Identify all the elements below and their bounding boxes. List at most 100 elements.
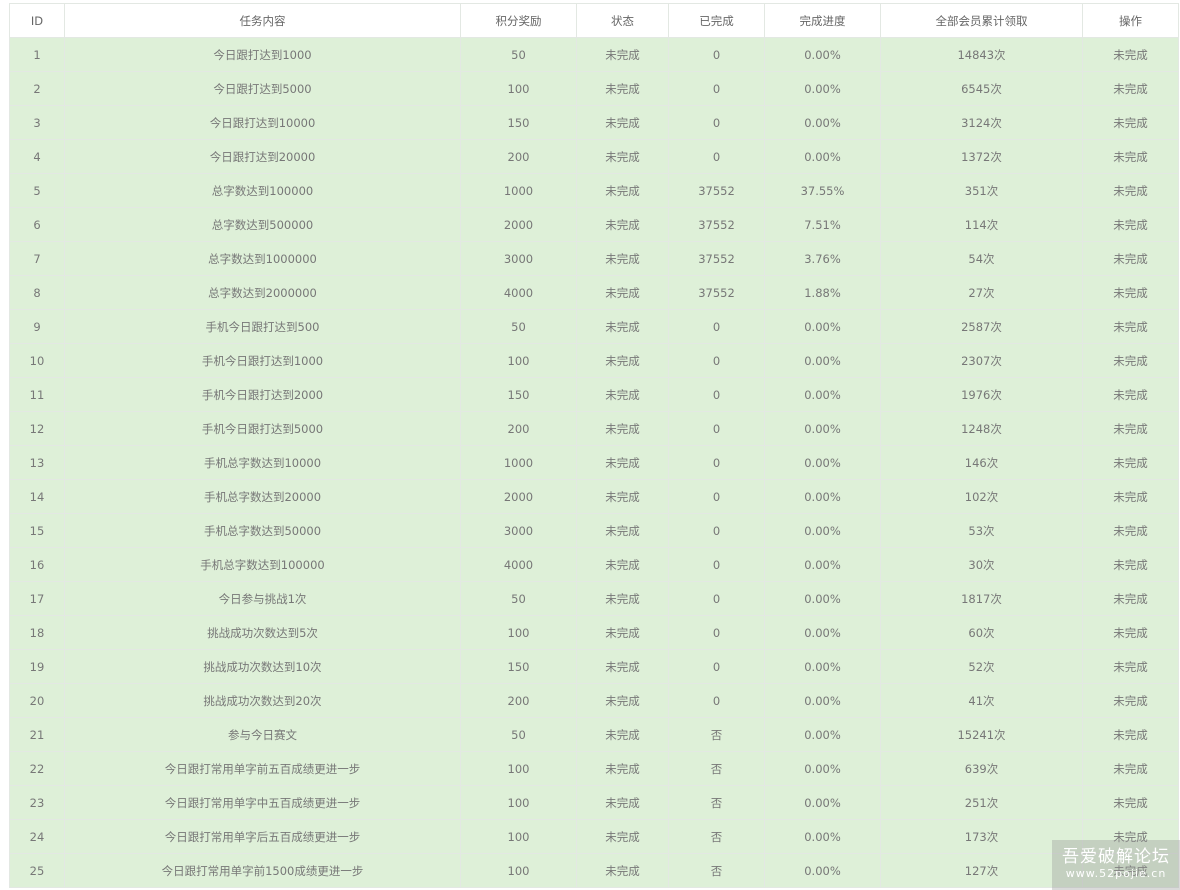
cell-points-reward: 3000	[460, 241, 577, 276]
cell-action[interactable]: 未完成	[1082, 717, 1179, 752]
cell-action[interactable]: 未完成	[1082, 173, 1179, 208]
header-total-claimed[interactable]: 全部会员累计领取	[880, 3, 1083, 38]
table-row: 13 手机总字数达到10000 1000 未完成 0 0.00% 146次 未完成	[9, 445, 1179, 480]
table-header-row: ID 任务内容 积分奖励 状态 已完成 完成进度 全部会员累计领取 操作	[9, 3, 1179, 38]
cell-status: 未完成	[576, 513, 669, 548]
cell-action[interactable]: 未完成	[1082, 411, 1179, 446]
cell-points-reward: 100	[460, 785, 577, 820]
table-body: 1 今日跟打达到1000 50 未完成 0 0.00% 14843次 未完成 2 今日跟打达到50…	[9, 37, 1179, 888]
cell-id: 20	[9, 683, 65, 718]
cell-points-reward: 100	[460, 343, 577, 378]
cell-id: 9	[9, 309, 65, 344]
cell-action[interactable]: 未完成	[1082, 343, 1179, 378]
cell-action[interactable]: 未完成	[1082, 139, 1179, 174]
table-row: 6 总字数达到500000 2000 未完成 37552 7.51% 114次 未完成	[9, 207, 1179, 242]
cell-task-content: 今日跟打常用单字前1500成绩更进一步	[64, 853, 461, 888]
cell-action[interactable]: 未完成	[1082, 819, 1179, 854]
cell-total-claimed: 6545次	[880, 71, 1083, 106]
cell-action[interactable]: 未完成	[1082, 649, 1179, 684]
table-row: 4 今日跟打达到20000 200 未完成 0 0.00% 1372次 未完成	[9, 139, 1179, 174]
cell-status: 未完成	[576, 411, 669, 446]
cell-task-content: 手机今日跟打达到1000	[64, 343, 461, 378]
cell-progress: 37.55%	[764, 173, 881, 208]
cell-id: 11	[9, 377, 65, 412]
task-table: ID 任务内容 积分奖励 状态 已完成 完成进度 全部会员累计领取 操作 1 今日…	[9, 3, 1179, 888]
cell-action[interactable]: 未完成	[1082, 207, 1179, 242]
cell-status: 未完成	[576, 275, 669, 310]
cell-status: 未完成	[576, 37, 669, 72]
cell-points-reward: 150	[460, 105, 577, 140]
header-completed[interactable]: 已完成	[668, 3, 765, 38]
cell-action[interactable]: 未完成	[1082, 581, 1179, 616]
cell-action[interactable]: 未完成	[1082, 785, 1179, 820]
cell-action[interactable]: 未完成	[1082, 37, 1179, 72]
header-points-reward[interactable]: 积分奖励	[460, 3, 577, 38]
cell-action[interactable]: 未完成	[1082, 853, 1179, 888]
cell-action[interactable]: 未完成	[1082, 105, 1179, 140]
cell-action[interactable]: 未完成	[1082, 241, 1179, 276]
cell-status: 未完成	[576, 751, 669, 786]
cell-task-content: 总字数达到2000000	[64, 275, 461, 310]
cell-progress: 3.76%	[764, 241, 881, 276]
cell-total-claimed: 41次	[880, 683, 1083, 718]
table-row: 3 今日跟打达到10000 150 未完成 0 0.00% 3124次 未完成	[9, 105, 1179, 140]
cell-action[interactable]: 未完成	[1082, 751, 1179, 786]
cell-total-claimed: 14843次	[880, 37, 1083, 72]
cell-id: 6	[9, 207, 65, 242]
cell-progress: 0.00%	[764, 37, 881, 72]
cell-status: 未完成	[576, 649, 669, 684]
cell-completed: 0	[668, 479, 765, 514]
cell-points-reward: 150	[460, 377, 577, 412]
cell-status: 未完成	[576, 241, 669, 276]
cell-action[interactable]: 未完成	[1082, 683, 1179, 718]
cell-task-content: 总字数达到1000000	[64, 241, 461, 276]
cell-id: 2	[9, 71, 65, 106]
cell-action[interactable]: 未完成	[1082, 377, 1179, 412]
cell-progress: 0.00%	[764, 71, 881, 106]
cell-task-content: 参与今日赛文	[64, 717, 461, 752]
cell-action[interactable]: 未完成	[1082, 71, 1179, 106]
cell-id: 21	[9, 717, 65, 752]
cell-completed: 0	[668, 445, 765, 480]
cell-points-reward: 100	[460, 71, 577, 106]
cell-status: 未完成	[576, 785, 669, 820]
cell-progress: 0.00%	[764, 513, 881, 548]
header-progress[interactable]: 完成进度	[764, 3, 881, 38]
cell-total-claimed: 173次	[880, 819, 1083, 854]
cell-total-claimed: 52次	[880, 649, 1083, 684]
cell-progress: 0.00%	[764, 479, 881, 514]
cell-action[interactable]: 未完成	[1082, 547, 1179, 582]
cell-total-claimed: 251次	[880, 785, 1083, 820]
header-task-content[interactable]: 任务内容	[64, 3, 461, 38]
cell-total-claimed: 2307次	[880, 343, 1083, 378]
cell-completed: 0	[668, 139, 765, 174]
cell-action[interactable]: 未完成	[1082, 309, 1179, 344]
cell-points-reward: 200	[460, 683, 577, 718]
cell-task-content: 今日跟打常用单字中五百成绩更进一步	[64, 785, 461, 820]
header-status[interactable]: 状态	[576, 3, 669, 38]
cell-action[interactable]: 未完成	[1082, 275, 1179, 310]
cell-progress: 0.00%	[764, 309, 881, 344]
table-row: 5 总字数达到100000 1000 未完成 37552 37.55% 351次 未完成	[9, 173, 1179, 208]
cell-action[interactable]: 未完成	[1082, 479, 1179, 514]
header-id[interactable]: ID	[9, 3, 65, 38]
cell-task-content: 手机总字数达到20000	[64, 479, 461, 514]
cell-id: 23	[9, 785, 65, 820]
cell-task-content: 挑战成功次数达到20次	[64, 683, 461, 718]
cell-task-content: 今日跟打达到10000	[64, 105, 461, 140]
cell-id: 19	[9, 649, 65, 684]
cell-points-reward: 2000	[460, 207, 577, 242]
cell-points-reward: 50	[460, 309, 577, 344]
cell-task-content: 手机总字数达到10000	[64, 445, 461, 480]
cell-progress: 7.51%	[764, 207, 881, 242]
cell-points-reward: 100	[460, 615, 577, 650]
table-row: 22 今日跟打常用单字前五百成绩更进一步 100 未完成否 0.00% 639次 未完成	[9, 751, 1179, 786]
cell-status: 未完成	[576, 343, 669, 378]
cell-task-content: 手机今日跟打达到2000	[64, 377, 461, 412]
cell-action[interactable]: 未完成	[1082, 615, 1179, 650]
cell-completed: 0	[668, 615, 765, 650]
cell-status: 未完成	[576, 377, 669, 412]
cell-action[interactable]: 未完成	[1082, 445, 1179, 480]
header-action[interactable]: 操作	[1082, 3, 1179, 38]
cell-action[interactable]: 未完成	[1082, 513, 1179, 548]
